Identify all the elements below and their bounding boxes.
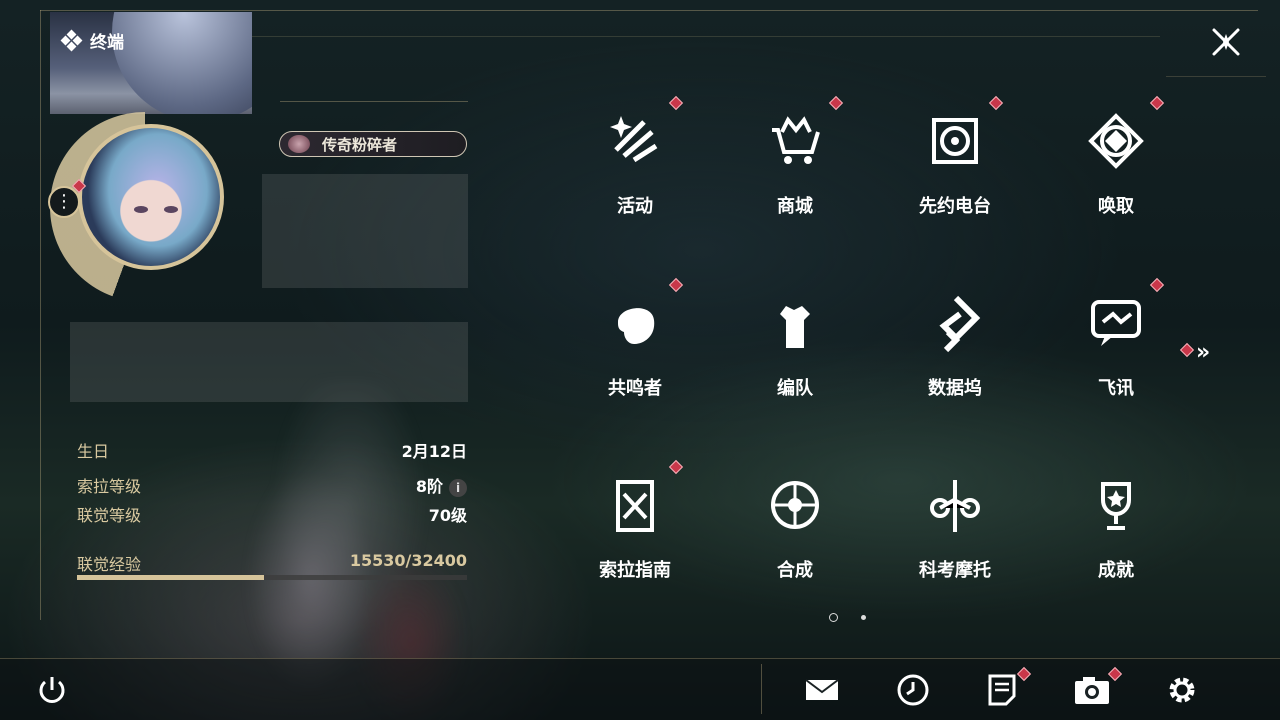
next-page-icon[interactable]: » (1196, 340, 1210, 365)
menu-item-motorcycle[interactable]: 科考摩托 (885, 454, 1025, 594)
new-badge (1149, 277, 1165, 293)
new-badge (668, 95, 684, 111)
menu-item-trophy[interactable]: 成就 (1046, 454, 1186, 594)
message-icon (1091, 300, 1141, 346)
page-indicator-1[interactable] (829, 613, 838, 622)
union-level-value: 70级 (428, 506, 467, 525)
menu-item-label: 数据坞 (928, 378, 982, 399)
menu-item-convene[interactable]: 唤取 (1046, 90, 1186, 230)
menu-item-label: 先约电台 (919, 196, 991, 217)
power-icon[interactable] (32, 672, 72, 708)
union-exp-fill (77, 575, 264, 580)
menu-item-data-bank[interactable]: 数据坞 (885, 272, 1025, 412)
resonator-icon (618, 308, 655, 344)
menu-item-label: 索拉指南 (599, 560, 671, 581)
more-options-button[interactable]: ⋮ (48, 186, 80, 218)
birthday-label: 生日 (77, 442, 110, 461)
menu-item-resonator[interactable]: 共鸣者 (565, 272, 705, 412)
title-emblem-icon (288, 135, 310, 153)
menu-item-activity[interactable]: 活动 (565, 90, 705, 230)
menu-item-synthesis[interactable]: 合成 (725, 454, 865, 594)
left-frame-line (40, 10, 41, 620)
birthday-value: 2月12日 (401, 442, 467, 461)
terminal-icon (60, 29, 83, 51)
synthesis-icon (771, 481, 819, 529)
menu-item-label: 共鸣者 (608, 378, 662, 399)
avatar[interactable] (78, 124, 224, 270)
union-exp-value: 15530/32400 (349, 551, 467, 570)
info-icon[interactable]: i (449, 479, 467, 497)
new-badge (988, 95, 1004, 111)
shop-icon (772, 116, 820, 164)
header-line-right (1166, 76, 1266, 77)
union-exp-row: 联觉经验 15530/32400 (77, 551, 467, 575)
camera-icon[interactable] (1072, 672, 1112, 708)
menu-item-guide[interactable]: 索拉指南 (565, 454, 705, 594)
menu-item-team[interactable]: 编队 (725, 272, 865, 412)
page-title-text: 终端 (90, 33, 124, 53)
trophy-icon (1101, 482, 1131, 530)
activity-icon (610, 116, 658, 163)
union-exp-bar (77, 575, 467, 580)
clock-icon[interactable] (893, 672, 933, 708)
settings-icon[interactable] (1162, 672, 1202, 708)
page-indicator-2[interactable] (861, 615, 866, 620)
sola-level-row: 索拉等级 8阶 i (77, 473, 467, 497)
new-badge (668, 459, 684, 475)
hidden-signature-area (70, 322, 468, 402)
menu-item-message[interactable]: 飞讯 (1046, 272, 1186, 412)
bottom-divider (761, 664, 762, 714)
close-icon[interactable] (1206, 22, 1246, 62)
title-badge-text: 传奇粉碎者 (322, 135, 398, 154)
menu-item-label: 合成 (777, 560, 813, 581)
new-badge (828, 95, 844, 111)
profile-divider (280, 101, 468, 102)
birthday-row: 生日 2月12日 (77, 438, 467, 462)
menu-item-label: 科考摩托 (919, 560, 991, 581)
page-title: 终端 (60, 28, 124, 53)
union-exp-label: 联觉经验 (77, 555, 142, 574)
avatar-area[interactable] (50, 104, 240, 302)
union-level-row: 联觉等级 70级 (77, 502, 467, 526)
top-frame-line (40, 10, 1258, 11)
sola-level-value: 8阶 (415, 477, 443, 496)
menu-item-label: 唤取 (1098, 196, 1134, 217)
union-level-label: 联觉等级 (77, 506, 142, 525)
hidden-name-area (262, 174, 468, 288)
menu-item-label: 成就 (1098, 560, 1134, 581)
convene-icon (1088, 113, 1144, 169)
guide-icon (616, 480, 654, 532)
sola-level-label: 索拉等级 (77, 477, 142, 496)
title-badge[interactable]: 传奇粉碎者 (279, 131, 467, 157)
menu-item-label: 商城 (777, 196, 813, 217)
data-bank-icon (939, 295, 981, 353)
mail-icon[interactable] (802, 672, 842, 708)
notes-icon[interactable] (982, 672, 1022, 708)
radio-icon (932, 118, 978, 164)
new-badge (668, 277, 684, 293)
menu-item-radio[interactable]: 先约电台 (885, 90, 1025, 230)
menu-item-label: 活动 (617, 196, 653, 217)
menu-item-label: 编队 (777, 378, 813, 399)
team-icon (780, 306, 810, 348)
menu-item-shop[interactable]: 商城 (725, 90, 865, 230)
header-line (250, 36, 1160, 37)
menu-item-label: 飞讯 (1098, 378, 1134, 399)
new-badge (1149, 95, 1165, 111)
motorcycle-icon (930, 480, 980, 532)
